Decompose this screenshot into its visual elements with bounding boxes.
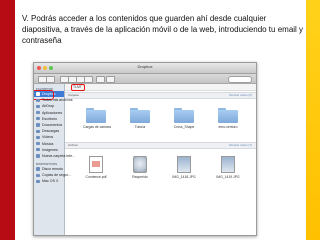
search-input[interactable]: [228, 76, 252, 83]
file-item[interactable]: IMG_1418.JPG: [169, 156, 199, 179]
music-icon: [36, 141, 40, 146]
folder-item[interactable]: Cross_Shape: [171, 108, 197, 129]
pictures-icon: [36, 148, 40, 152]
sidebar-item-label: Imágenes: [42, 147, 58, 152]
backup-icon: [36, 173, 40, 177]
section-bar-folders: Carpeta Mostrar todos (6): [65, 92, 256, 99]
forward-button[interactable]: [46, 76, 55, 83]
view-coverflow-button[interactable]: [84, 76, 93, 83]
sidebar-item-label: Mac OS X: [42, 179, 59, 184]
path-label[interactable]: TLMT: [71, 84, 85, 91]
action-gear-button[interactable]: [106, 76, 115, 83]
content-area: TLMT Carpeta Mostrar todos (6) Cargas de…: [65, 84, 256, 235]
image-file-icon: [177, 156, 191, 173]
desktop-icon: [36, 117, 40, 121]
downloads-icon: [36, 129, 40, 133]
folder-icon: [174, 108, 194, 123]
folder-label: emo-venturo: [218, 125, 238, 129]
movies-icon: [36, 135, 40, 139]
disk-icon: [36, 179, 40, 184]
folder-label: Tutoría: [134, 125, 146, 129]
sidebar-item-label: Aplicaciones: [42, 110, 63, 115]
sidebar-item-label: Documentos: [42, 122, 63, 127]
title-bar: Dropbox: [34, 63, 256, 74]
sidebar-item-label: AirDrop: [42, 104, 55, 109]
file-label: Requerido: [132, 175, 148, 179]
window-title: Dropbox: [137, 64, 153, 69]
documents-icon: [36, 123, 40, 127]
applications-icon: [36, 110, 40, 115]
section-bar-files: Archivo Mostrar todos (7): [65, 142, 256, 149]
left-accent-bar: [0, 0, 15, 240]
toolbar: [34, 74, 256, 84]
right-accent-bar: [306, 0, 320, 240]
app-file-icon: [133, 156, 147, 173]
sidebar-item-label: Escritorio: [42, 116, 57, 121]
all-files-icon: [36, 98, 40, 102]
airdrop-icon: [36, 104, 40, 109]
sidebar-item-mac-os-x[interactable]: Mac OS X: [34, 178, 64, 184]
sidebar-item-new-folder[interactable]: Nueva carpeta inte...: [34, 153, 75, 159]
sidebar-item-label: Vídeos: [42, 135, 54, 140]
path-strip: TLMT: [65, 84, 256, 91]
folder-item[interactable]: Tutoría: [127, 108, 153, 129]
sidebar-item-label: Descargas: [42, 129, 60, 134]
pdf-file-icon: [89, 156, 103, 173]
file-item[interactable]: Comience.pdf: [81, 156, 111, 179]
slide-caption: V. Podrás acceder a los contenidos que g…: [22, 14, 304, 45]
file-label: IMG_1419.JPG: [216, 175, 240, 179]
sidebar-item-label: Música: [42, 141, 54, 146]
section-name: Archivo: [68, 143, 79, 147]
folder-icon: [36, 154, 40, 158]
file-label: Comience.pdf: [85, 175, 107, 179]
highlight-marker: [71, 84, 85, 91]
file-item[interactable]: IMG_1419.JPG: [213, 156, 243, 179]
file-label: IMG_1418.JPG: [172, 175, 196, 179]
slide: V. Podrás acceder a los contenidos que g…: [15, 0, 306, 240]
sidebar: FAVORITOS Dropbox Todos mis archivos Air…: [34, 84, 75, 235]
dropbox-icon: [36, 92, 40, 96]
folder-label: Cross_Shape: [173, 125, 195, 129]
folder-item[interactable]: Cargas de cámara: [83, 108, 111, 129]
remote-disc-icon: [36, 167, 40, 171]
show-all-link[interactable]: Mostrar todos (7): [229, 143, 252, 148]
arrange-button[interactable]: [96, 76, 105, 83]
folder-icon: [218, 108, 238, 123]
folder-label: Cargas de cámara: [83, 125, 111, 129]
image-file-icon: [221, 156, 235, 173]
folder-icon: [86, 108, 106, 123]
folder-icon: [130, 108, 150, 123]
finder-window: Dropbox FAVORITOS Dropbox Todos mis arch…: [33, 62, 257, 236]
file-item[interactable]: Requerido: [125, 156, 155, 179]
section-name: Carpeta: [68, 93, 79, 97]
show-all-link[interactable]: Mostrar todos (6): [229, 93, 252, 98]
sidebar-item-label: Disco remoto: [42, 167, 64, 172]
folder-item[interactable]: emo-venturo: [215, 108, 241, 129]
